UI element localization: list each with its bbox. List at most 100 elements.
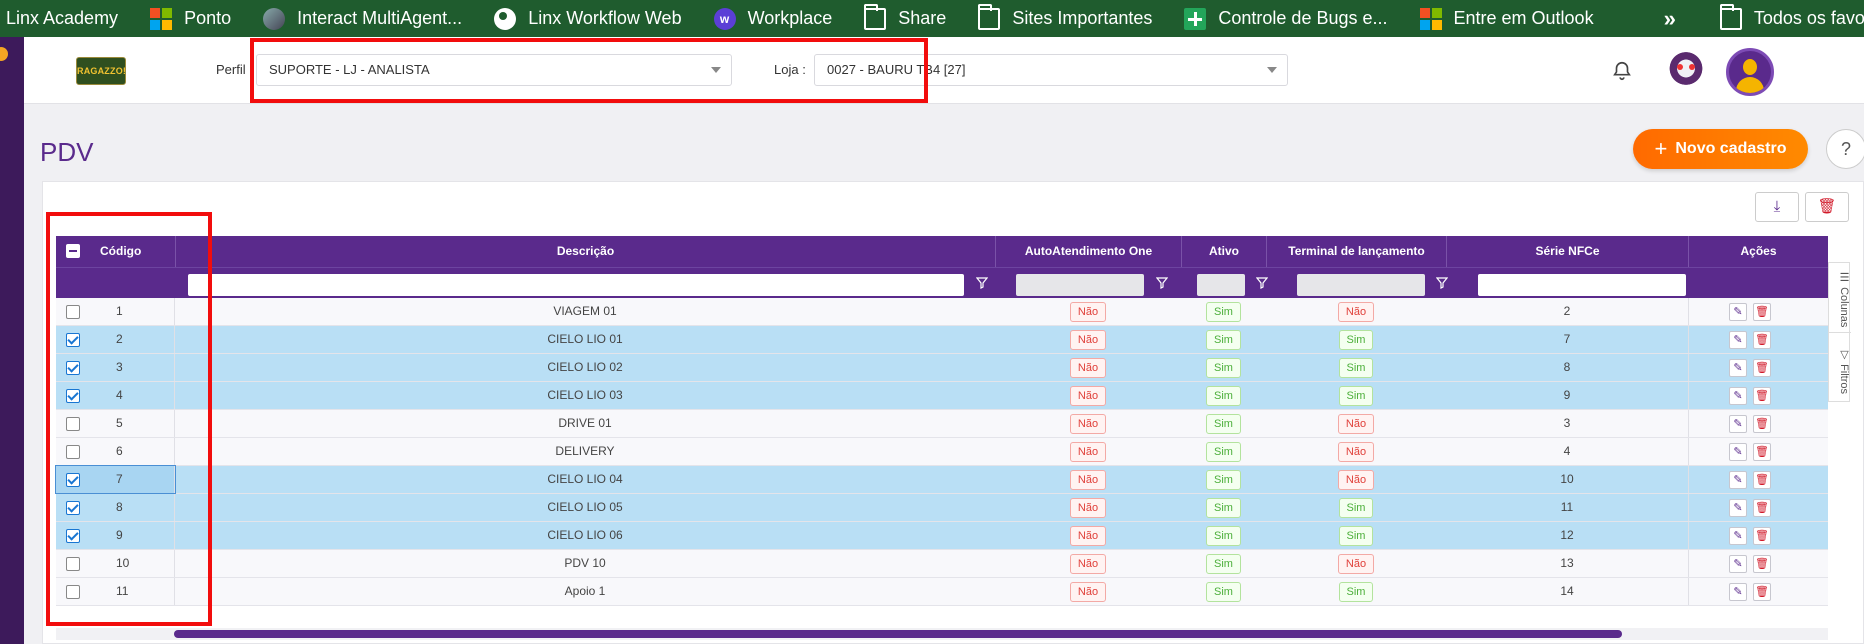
cell-terminal[interactable]: Sim <box>1266 326 1446 353</box>
user-avatar[interactable] <box>1726 48 1774 96</box>
row-checkbox[interactable] <box>66 445 80 459</box>
cell-terminal[interactable]: Sim <box>1266 522 1446 549</box>
row-checkbox[interactable] <box>66 389 80 403</box>
cell-serie[interactable]: 10 <box>1446 466 1688 493</box>
assistant-avatar[interactable] <box>1664 50 1708 94</box>
cell-descricao[interactable]: CIELO LIO 02 <box>175 354 995 381</box>
cell-terminal[interactable]: Não <box>1266 298 1446 325</box>
cell-serie[interactable]: 13 <box>1446 550 1688 577</box>
cell-descricao[interactable]: Apoio 1 <box>175 578 995 605</box>
bookmark-item[interactable]: Interact MultiAgent... <box>263 0 472 37</box>
table-row[interactable]: 9 CIELO LIO 06 Não Sim Sim 12 ✎ 🗑 <box>56 522 1828 550</box>
cell-serie[interactable]: 9 <box>1446 382 1688 409</box>
bell-icon[interactable] <box>1611 59 1633 83</box>
table-row[interactable]: 11 Apoio 1 Não Sim Sim 14 ✎ 🗑 <box>56 578 1828 606</box>
table-row[interactable]: 7 CIELO LIO 04 Não Sim Não 10 ✎ 🗑 <box>55 465 1828 494</box>
edit-icon[interactable]: ✎ <box>1729 387 1747 405</box>
cell-ativo[interactable]: Sim <box>1181 466 1266 493</box>
cell-serie[interactable]: 8 <box>1446 354 1688 381</box>
cell-autoatendimento[interactable]: Não <box>995 438 1181 465</box>
header-ativo[interactable]: Ativo <box>1181 236 1266 267</box>
cell-autoatendimento[interactable]: Não <box>995 578 1181 605</box>
cell-terminal[interactable]: Não <box>1266 550 1446 577</box>
edit-icon[interactable]: ✎ <box>1729 443 1747 461</box>
cell-terminal[interactable]: Sim <box>1266 578 1446 605</box>
cell-descricao[interactable]: PDV 10 <box>175 550 995 577</box>
sidebar-logo-icon[interactable] <box>0 47 8 61</box>
filter-ativo-input[interactable] <box>1197 274 1245 296</box>
cell-codigo[interactable]: 8 <box>56 494 175 521</box>
columns-tab[interactable]: ☰ Colunas <box>1829 267 1851 333</box>
table-row[interactable]: 8 CIELO LIO 05 Não Sim Sim 11 ✎ 🗑 <box>56 494 1828 522</box>
header-serie[interactable]: Série NFCe <box>1446 236 1688 267</box>
trash-icon[interactable]: 🗑 <box>1753 415 1771 433</box>
cell-ativo[interactable]: Sim <box>1181 410 1266 437</box>
row-checkbox[interactable] <box>66 473 80 487</box>
table-row[interactable]: 6 DELIVERY Não Sim Não 4 ✎ 🗑 <box>56 438 1828 466</box>
bookmark-item[interactable]: w Workplace <box>713 0 843 37</box>
filters-tab[interactable]: ▽ Filtros <box>1829 341 1851 401</box>
cell-codigo[interactable]: 9 <box>56 522 175 549</box>
cell-terminal[interactable]: Não <box>1266 438 1446 465</box>
select-all-checkbox[interactable] <box>66 244 80 258</box>
filter-icon[interactable] <box>1156 277 1168 289</box>
cell-ativo[interactable]: Sim <box>1181 298 1266 325</box>
edit-icon[interactable]: ✎ <box>1729 471 1747 489</box>
row-checkbox[interactable] <box>66 417 80 431</box>
perfil-select[interactable]: SUPORTE - LJ - ANALISTA <box>256 54 732 86</box>
cell-autoatendimento[interactable]: Não <box>995 522 1181 549</box>
cell-autoatendimento[interactable]: Não <box>995 382 1181 409</box>
cell-serie[interactable]: 3 <box>1446 410 1688 437</box>
cell-autoatendimento[interactable]: Não <box>995 410 1181 437</box>
row-checkbox[interactable] <box>66 557 80 571</box>
cell-descricao[interactable]: CIELO LIO 05 <box>175 494 995 521</box>
table-row[interactable]: 4 CIELO LIO 03 Não Sim Sim 9 ✎ 🗑 <box>56 382 1828 410</box>
filter-terminal-input[interactable] <box>1297 274 1425 296</box>
cell-codigo[interactable]: 6 <box>56 438 175 465</box>
cell-serie[interactable]: 14 <box>1446 578 1688 605</box>
cell-terminal[interactable]: Sim <box>1266 354 1446 381</box>
cell-serie[interactable]: 12 <box>1446 522 1688 549</box>
filter-icon[interactable] <box>1256 277 1268 289</box>
edit-icon[interactable]: ✎ <box>1729 499 1747 517</box>
cell-ativo[interactable]: Sim <box>1181 438 1266 465</box>
cell-autoatendimento[interactable]: Não <box>995 466 1181 493</box>
cell-ativo[interactable]: Sim <box>1181 354 1266 381</box>
bookmark-item[interactable]: Entre em Outlook <box>1419 0 1604 37</box>
all-bookmarks-button[interactable]: Todos os favoritos <box>1719 0 1864 37</box>
cell-codigo[interactable]: 10 <box>56 550 175 577</box>
edit-icon[interactable]: ✎ <box>1729 527 1747 545</box>
cell-terminal[interactable]: Não <box>1266 410 1446 437</box>
trash-icon[interactable]: 🗑 <box>1753 303 1771 321</box>
cell-terminal[interactable]: Não <box>1266 466 1446 493</box>
edit-icon[interactable]: ✎ <box>1729 583 1747 601</box>
header-terminal[interactable]: Terminal de lançamento <box>1266 236 1446 267</box>
row-checkbox[interactable] <box>66 361 80 375</box>
cell-descricao[interactable]: CIELO LIO 03 <box>175 382 995 409</box>
export-button[interactable]: ⤓ <box>1755 192 1799 222</box>
cell-descricao[interactable]: VIAGEM 01 <box>175 298 995 325</box>
bookmark-item[interactable]: Sites Importantes <box>978 0 1162 37</box>
table-row[interactable]: 2 CIELO LIO 01 Não Sim Sim 7 ✎ 🗑 <box>56 326 1828 354</box>
cell-ativo[interactable]: Sim <box>1181 550 1266 577</box>
trash-icon[interactable]: 🗑 <box>1753 443 1771 461</box>
trash-icon[interactable]: 🗑 <box>1753 387 1771 405</box>
cell-codigo[interactable]: 7 <box>55 465 176 494</box>
cell-serie[interactable]: 7 <box>1446 326 1688 353</box>
edit-icon[interactable]: ✎ <box>1729 555 1747 573</box>
table-row[interactable]: 5 DRIVE 01 Não Sim Não 3 ✎ 🗑 <box>56 410 1828 438</box>
bookmark-item[interactable]: Controle de Bugs e... <box>1184 0 1397 37</box>
cell-serie[interactable]: 2 <box>1446 298 1688 325</box>
loja-select[interactable]: 0027 - BAURU TB4 [27] <box>814 54 1288 86</box>
edit-icon[interactable]: ✎ <box>1729 303 1747 321</box>
horizontal-scrollbar-thumb[interactable] <box>174 630 1622 638</box>
bookmark-item[interactable]: Linx Academy <box>6 0 128 37</box>
help-button[interactable]: ? <box>1826 129 1864 169</box>
trash-icon[interactable]: 🗑 <box>1753 555 1771 573</box>
table-row[interactable]: 1 VIAGEM 01 Não Sim Não 2 ✎ 🗑 <box>56 298 1828 326</box>
cell-codigo[interactable]: 2 <box>56 326 175 353</box>
bookmark-item[interactable]: Share <box>864 0 956 37</box>
cell-autoatendimento[interactable]: Não <box>995 298 1181 325</box>
bookmark-item[interactable]: Ponto <box>150 0 241 37</box>
table-row[interactable]: 10 PDV 10 Não Sim Não 13 ✎ 🗑 <box>56 550 1828 578</box>
